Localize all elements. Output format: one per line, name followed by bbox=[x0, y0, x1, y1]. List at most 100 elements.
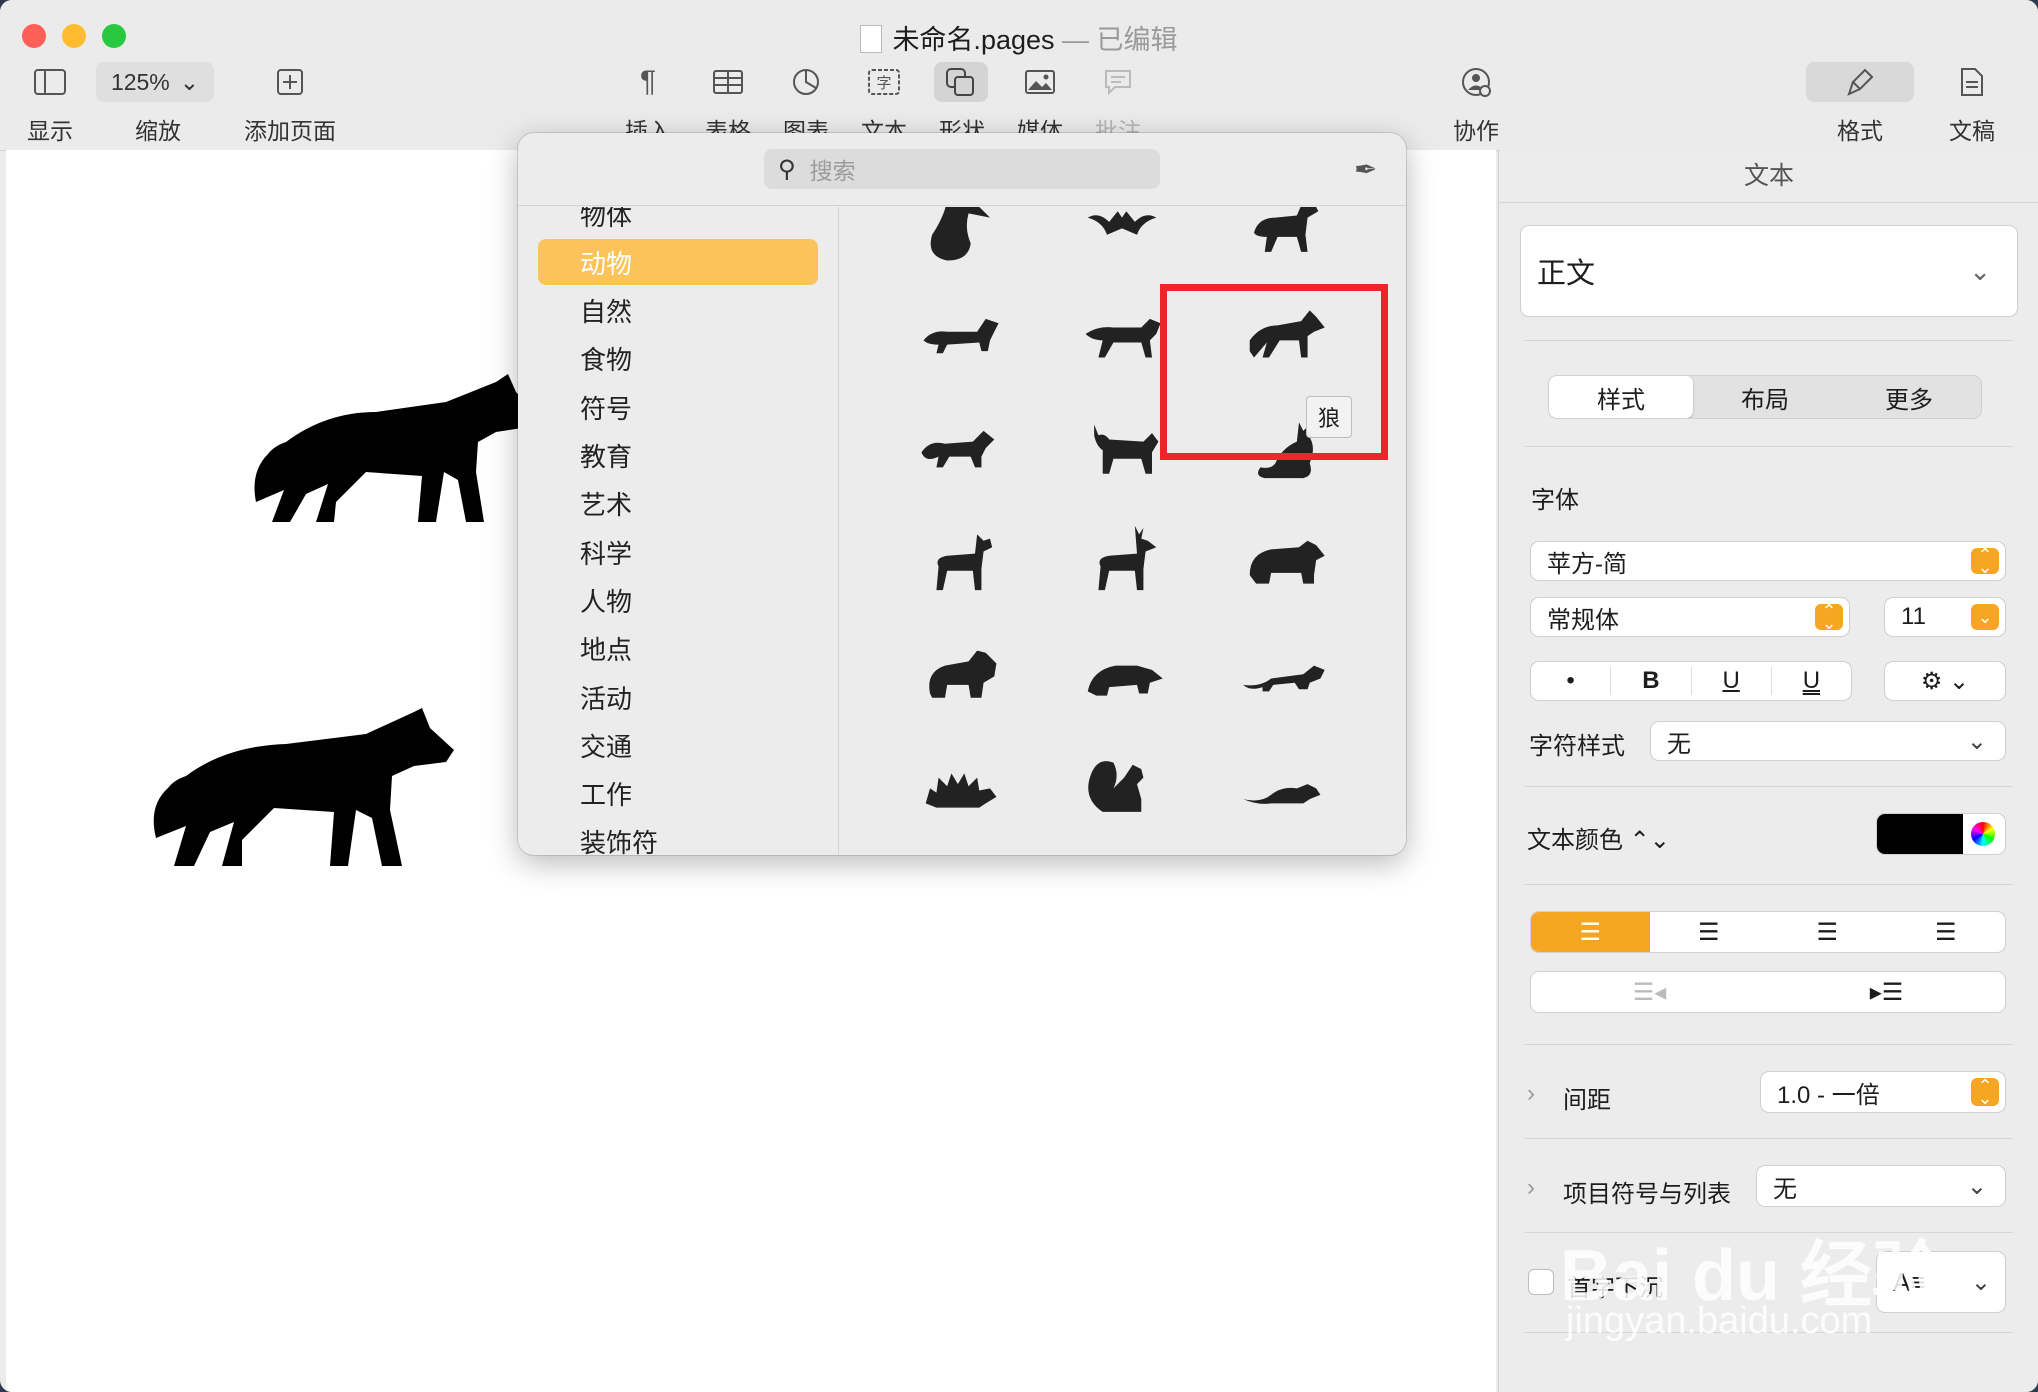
table-icon bbox=[700, 62, 756, 102]
decrease-indent-button[interactable]: ☰◂ bbox=[1531, 972, 1768, 1012]
advanced-options-button[interactable]: ⚙︎ ⌄ bbox=[1885, 662, 2005, 700]
category-item[interactable]: 艺术 bbox=[538, 481, 818, 527]
chevron-down-icon: ⌄ bbox=[1969, 255, 1991, 286]
align-center-button[interactable]: ☰ bbox=[1650, 912, 1769, 952]
paragraph-style-select[interactable]: 正文 ⌄ bbox=[1521, 226, 2017, 316]
category-item[interactable]: 教育 bbox=[538, 433, 818, 479]
dropcap-checkbox[interactable] bbox=[1529, 1270, 1553, 1294]
search-field[interactable]: ⚲ 搜索 bbox=[764, 149, 1160, 189]
raccoon-shape[interactable] bbox=[1047, 621, 1197, 721]
font-weight-select[interactable]: 常规体 ⌃ ⌄ bbox=[1531, 598, 1849, 636]
text-box-icon: 字 bbox=[856, 62, 912, 102]
category-item[interactable]: 交通 bbox=[538, 722, 818, 768]
char-style-label: 字符样式 bbox=[1529, 733, 1625, 760]
edited-status: 已编辑 bbox=[1096, 25, 1178, 55]
shape-icon bbox=[934, 62, 988, 102]
wolf-shape[interactable] bbox=[146, 706, 466, 876]
category-item[interactable]: 符号 bbox=[538, 384, 818, 430]
font-size-field[interactable]: 11 ⌄ bbox=[1885, 598, 2005, 636]
chevron-down-icon: ⌄ bbox=[179, 68, 200, 95]
category-item[interactable]: 科学 bbox=[538, 529, 818, 575]
pen-icon[interactable]: ✒ bbox=[1354, 153, 1377, 186]
font-section-title: 字体 bbox=[1531, 487, 1579, 514]
deer-shape[interactable] bbox=[1047, 509, 1197, 609]
add-page-button[interactable]: 添加页面 bbox=[240, 62, 340, 146]
document-name: 未命名.pages bbox=[892, 25, 1055, 55]
mouse-shape[interactable] bbox=[1209, 733, 1359, 833]
inspector-header: 文本 bbox=[1499, 150, 2038, 203]
chevron-down-icon: ⌄ bbox=[1971, 604, 1999, 630]
dachshund-shape[interactable] bbox=[885, 285, 1035, 385]
stepper-icon: ⌃ ⌄ bbox=[1971, 1077, 1999, 1107]
sidebar-icon bbox=[22, 62, 78, 102]
char-style-select[interactable]: 无 ⌄ bbox=[1651, 722, 2005, 760]
spacing-label[interactable]: 间距 bbox=[1563, 1080, 1611, 1115]
document-button[interactable]: 文稿 bbox=[1944, 62, 2000, 146]
fox-shape[interactable] bbox=[885, 397, 1035, 497]
chevron-right-icon[interactable]: › bbox=[1527, 1174, 1535, 1202]
window-title: 未命名.pages — 已编辑 bbox=[0, 18, 2038, 57]
text-style-buttons: • B U U bbox=[1531, 662, 1851, 700]
category-item[interactable]: 动物 bbox=[538, 239, 818, 286]
category-item[interactable]: 活动 bbox=[538, 674, 818, 720]
bat-shape[interactable] bbox=[1047, 207, 1197, 273]
text-color-well[interactable] bbox=[1877, 814, 2005, 854]
add-page-icon bbox=[240, 62, 340, 102]
tab-style[interactable]: 样式 bbox=[1549, 376, 1693, 418]
paintbrush-icon bbox=[1806, 62, 1914, 102]
chevron-right-icon[interactable]: › bbox=[1527, 1080, 1535, 1108]
pelican-shape[interactable] bbox=[885, 207, 1035, 273]
font-family-select[interactable]: 苹方-简 ⌃ ⌄ bbox=[1531, 542, 2005, 580]
chevron-down-icon: ⌄ bbox=[1966, 1172, 1987, 1200]
category-item[interactable]: 食物 bbox=[538, 336, 818, 382]
category-item[interactable]: 装饰符 bbox=[538, 819, 818, 855]
text-color-label[interactable]: 文本颜色 ⌃⌄ bbox=[1527, 820, 1670, 855]
search-icon: ⚲ bbox=[778, 155, 796, 183]
align-right-button[interactable]: ☰ bbox=[1768, 912, 1887, 952]
otter-shape[interactable] bbox=[1209, 621, 1359, 721]
tab-more[interactable]: 更多 bbox=[1837, 376, 1981, 418]
bullets-select[interactable]: 无 ⌄ bbox=[1757, 1166, 2005, 1206]
doe-shape[interactable] bbox=[885, 509, 1035, 609]
alignment-buttons: ☰ ☰ ☰ ☰ bbox=[1531, 912, 2005, 952]
pages-window: 未命名.pages — 已编辑 显示 125% ⌄ 缩放 添加页面 ¶ 插入 表格… bbox=[0, 0, 2038, 1392]
category-item[interactable]: 地点 bbox=[538, 626, 818, 672]
toolbar: 未命名.pages — 已编辑 显示 125% ⌄ 缩放 添加页面 ¶ 插入 表格… bbox=[0, 0, 2038, 151]
squirrel-shape[interactable] bbox=[1047, 733, 1197, 833]
double-underline-button[interactable]: U bbox=[1770, 667, 1851, 695]
increase-indent-button[interactable]: ▸☰ bbox=[1768, 972, 2005, 1012]
bullet-style-button[interactable]: • bbox=[1531, 667, 1610, 695]
category-item[interactable]: 自然 bbox=[538, 288, 818, 334]
underline-button[interactable]: U bbox=[1690, 667, 1771, 695]
bold-button[interactable]: B bbox=[1610, 667, 1690, 695]
panda-shape[interactable] bbox=[885, 621, 1035, 721]
format-button[interactable]: 格式 bbox=[1806, 62, 1914, 146]
bear-shape[interactable] bbox=[1209, 509, 1359, 609]
color-wheel-icon[interactable] bbox=[1971, 822, 1995, 846]
zoom-value: 125% bbox=[110, 68, 170, 95]
align-left-button[interactable]: ☰ bbox=[1531, 912, 1650, 952]
spacing-select[interactable]: 1.0 - 一倍 ⌃ ⌄ bbox=[1761, 1072, 2005, 1112]
wolf-shape-selected[interactable] bbox=[246, 372, 546, 532]
porcupine-shape[interactable] bbox=[885, 733, 1035, 833]
dog-shape[interactable] bbox=[1209, 207, 1359, 273]
category-item[interactable]: 工作 bbox=[538, 771, 818, 817]
bullets-label[interactable]: 项目符号与列表 bbox=[1563, 1174, 1731, 1209]
view-button[interactable]: 显示 bbox=[22, 62, 78, 146]
document-icon bbox=[860, 25, 883, 53]
align-justify-button[interactable]: ☰ bbox=[1887, 912, 2006, 952]
category-item[interactable]: 物体 bbox=[538, 207, 818, 237]
zoom-control[interactable]: 125% ⌄ 缩放 bbox=[96, 62, 220, 146]
stepper-icon: ⌃ ⌄ bbox=[1971, 546, 1999, 576]
baidu-watermark-url: jingyan.baidu.com bbox=[1566, 1300, 1873, 1342]
document-icon bbox=[1944, 62, 2000, 102]
collaborate-button[interactable]: 协作 bbox=[1446, 62, 1506, 146]
shape-tooltip: 狼 bbox=[1306, 396, 1352, 438]
shape-library-popover: ⚲ 搜索 ✒ 物体 动物 自然 食物 符号 教育 艺术 科学 人物 地点 活动 交通 工作 装饰符 bbox=[518, 133, 1406, 855]
category-item[interactable]: 人物 bbox=[538, 577, 818, 623]
tab-layout[interactable]: 布局 bbox=[1693, 376, 1837, 418]
stepper-icon: ⌃ ⌄ bbox=[1815, 602, 1843, 632]
gear-icon: ⚙︎ ⌄ bbox=[1920, 667, 1970, 695]
pie-chart-icon bbox=[778, 62, 834, 102]
chevron-down-icon: ⌄ bbox=[1966, 727, 1987, 755]
